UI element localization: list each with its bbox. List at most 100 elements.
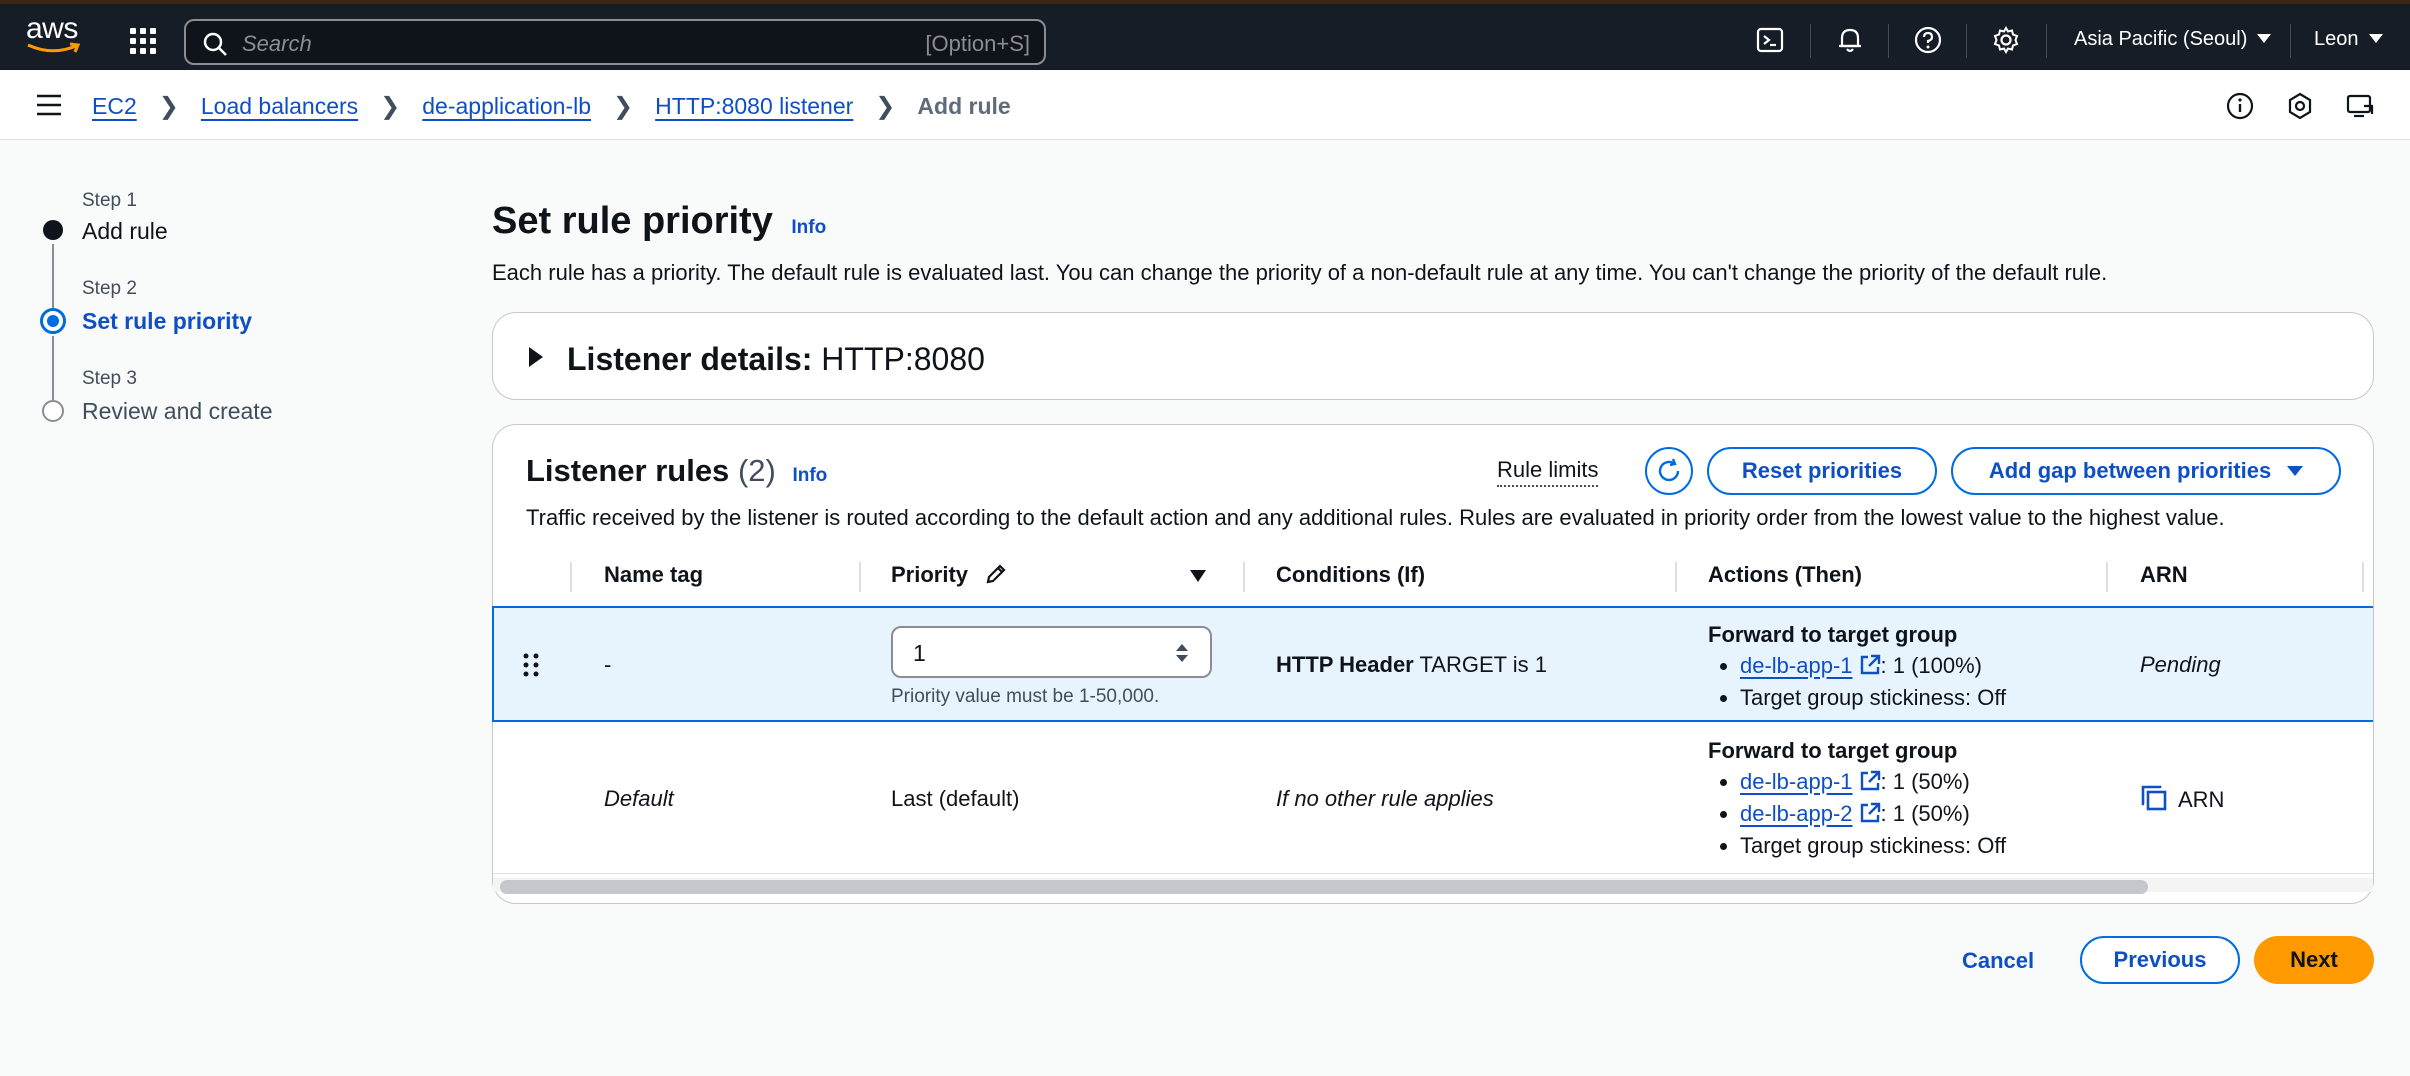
priority-constraint-hint: Priority value must be 1-50,000. (891, 686, 1160, 707)
priority-input-value: 1 (913, 640, 926, 666)
chevron-right-icon: ❯ (613, 93, 634, 120)
edit-pencil-icon (986, 564, 1006, 584)
search-icon (203, 32, 227, 56)
breadcrumb-load-balancers[interactable]: Load balancers (201, 93, 358, 120)
add-gap-between-priorities-button[interactable]: Add gap between priorities (1951, 447, 2341, 495)
chevron-right-icon: ❯ (158, 93, 179, 120)
column-header-priority[interactable]: Priority (891, 562, 1008, 588)
column-divider (2106, 562, 2108, 592)
reset-priorities-button[interactable]: Reset priorities (1707, 447, 1937, 495)
expand-caret-icon (529, 347, 543, 367)
rule-name-tag: - (604, 652, 612, 677)
target-group-link[interactable]: de-lb-app-1 (1740, 653, 1853, 678)
sort-descending-icon[interactable] (1190, 570, 1206, 582)
listener-details-value: HTTP:8080 (821, 341, 985, 377)
security-hexagon-icon[interactable] (2286, 92, 2314, 120)
step-2-title: Set rule priority (82, 308, 252, 334)
search-shortcut: [Option+S] (925, 31, 1030, 56)
divider (2046, 24, 2047, 58)
caret-down-icon (2287, 466, 2304, 476)
step-2-active-dot (40, 308, 66, 334)
breadcrumb-current: Add rule (917, 93, 1011, 119)
refresh-button[interactable] (1645, 447, 1693, 495)
account-menu[interactable]: Leon (2314, 28, 2383, 51)
step-connector (52, 336, 54, 400)
copy-icon (2141, 785, 2167, 811)
drag-handle-icon[interactable] (522, 652, 540, 678)
divider (1810, 24, 1811, 58)
menu-hamburger-icon[interactable] (36, 94, 62, 116)
step-2-label: Step 2 (82, 278, 137, 299)
rule-action: Forward to target group de-lb-app-1: 1 (… (1708, 736, 2006, 862)
aws-logo[interactable]: aws (26, 14, 84, 60)
previous-button[interactable]: Previous (2080, 936, 2240, 984)
column-divider (2362, 562, 2364, 592)
rule-action: Forward to target group de-lb-app-1: 1 (… (1708, 620, 2006, 714)
breadcrumb: EC2 ❯ Load balancers ❯ de-application-lb… (92, 92, 1011, 121)
divider (1888, 24, 1889, 58)
step-1-label: Step 1 (82, 190, 137, 211)
external-link-icon (1860, 802, 1880, 823)
rule-arn-status: Pending (2140, 652, 2221, 677)
rule-limits-link[interactable]: Rule limits (1497, 457, 1599, 487)
rule-name-tag: Default (604, 786, 674, 811)
rule-condition: If no other rule applies (1276, 786, 1494, 811)
step-3-title: Review and create (82, 398, 273, 424)
divider (1966, 24, 1967, 58)
region-selector[interactable]: Asia Pacific (Seoul) (2074, 28, 2272, 51)
column-divider (1675, 562, 1677, 592)
rule-condition: HTTP Header TARGET is 1 (1276, 652, 1548, 677)
column-header-name-tag: Name tag (604, 562, 704, 587)
divider (2290, 24, 2291, 58)
feedback-screen-icon[interactable] (2346, 92, 2374, 120)
page-title: Set rule priority Info (492, 200, 827, 242)
list-item: de-lb-app-1: 1 (50%) (1708, 766, 2006, 798)
page-description: Each rule has a priority. The default ru… (492, 260, 2108, 285)
external-link-icon (1860, 654, 1880, 675)
column-header-actions: Actions (Then) (1708, 562, 1862, 587)
notifications-bell-icon[interactable] (1836, 26, 1864, 54)
chevron-down-icon (2257, 34, 2272, 43)
refresh-icon (1658, 458, 1680, 482)
listener-details-expander[interactable]: Listener details: HTTP:8080 (492, 312, 2374, 400)
breadcrumb-load-balancer[interactable]: de-application-lb (422, 93, 591, 120)
next-button[interactable]: Next (2254, 936, 2374, 984)
top-navigation-bar: aws Search [Option+S] Asia Pacific (Seou… (0, 0, 2410, 70)
step-3-label: Step 3 (82, 368, 137, 389)
breadcrumb-ec2[interactable]: EC2 (92, 93, 137, 120)
cancel-button[interactable]: Cancel (1962, 948, 2034, 974)
info-link[interactable]: Info (792, 465, 827, 486)
search-input[interactable]: Search [Option+S] (184, 19, 1046, 65)
horizontal-scrollbar-thumb[interactable] (500, 880, 2148, 894)
listener-rules-title: Listener rules (2) Info (526, 453, 828, 488)
info-panel-icon[interactable] (2226, 92, 2254, 120)
info-link[interactable]: Info (791, 217, 826, 238)
list-item: de-lb-app-1: 1 (100%) (1708, 650, 2006, 682)
help-icon[interactable] (1914, 26, 1942, 54)
listener-rules-description: Traffic received by the listener is rout… (526, 505, 2225, 530)
priority-input[interactable]: 1 (891, 626, 1212, 678)
copy-arn-button[interactable]: ARN (2140, 784, 2224, 813)
list-item: Target group stickiness: Off (1708, 682, 2006, 714)
breadcrumb-listener[interactable]: HTTP:8080 listener (655, 93, 853, 120)
column-divider (1243, 562, 1245, 592)
step-3-pending-dot (42, 400, 64, 422)
number-stepper-icon[interactable] (1174, 642, 1190, 664)
column-divider (859, 562, 861, 592)
chevron-right-icon: ❯ (875, 93, 896, 120)
column-header-conditions: Conditions (If) (1276, 562, 1426, 587)
settings-gear-icon[interactable] (1992, 26, 2020, 54)
step-1-complete-dot (43, 220, 63, 240)
breadcrumb-bar: EC2 ❯ Load balancers ❯ de-application-lb… (0, 70, 2410, 140)
list-item: de-lb-app-2: 1 (50%) (1708, 798, 2006, 830)
chevron-down-icon (2368, 34, 2383, 43)
listener-details-label: Listener details: (567, 341, 813, 377)
target-group-link[interactable]: de-lb-app-1 (1740, 769, 1853, 794)
services-grid-icon[interactable] (128, 26, 158, 56)
list-item: Target group stickiness: Off (1708, 830, 2006, 862)
target-group-link[interactable]: de-lb-app-2 (1740, 801, 1853, 826)
cloudshell-icon[interactable] (1756, 26, 1784, 54)
column-divider (570, 562, 572, 592)
step-1-title[interactable]: Add rule (82, 218, 168, 245)
chevron-right-icon: ❯ (380, 93, 401, 120)
